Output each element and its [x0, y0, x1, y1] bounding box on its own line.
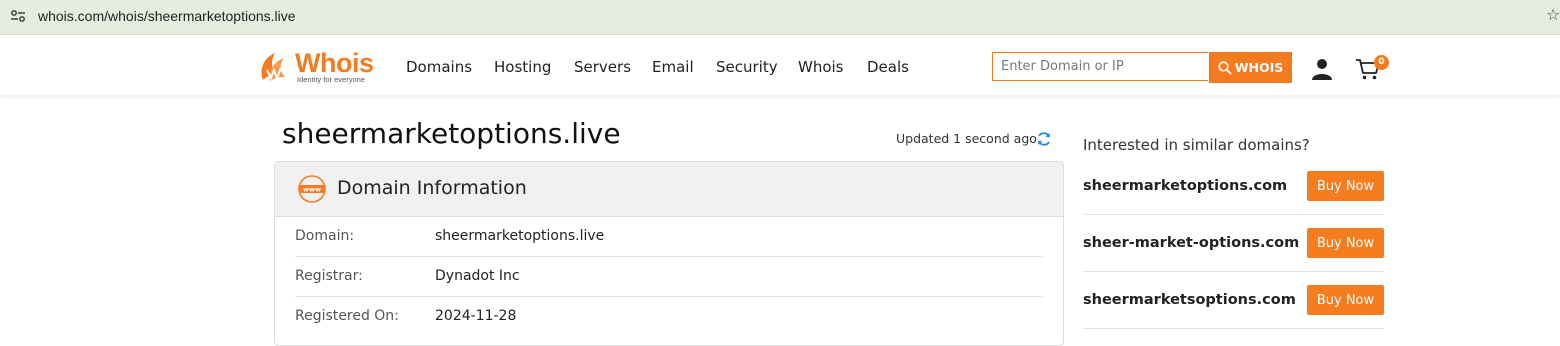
panel-title: Domain Information	[337, 177, 527, 199]
site-header: Whois Identity for everyone Domains Host…	[0, 35, 1560, 95]
search-button-label: WHOIS	[1234, 60, 1284, 75]
whois-logo-mark-icon	[261, 53, 285, 81]
whois-logo[interactable]: Whois Identity for everyone	[257, 47, 382, 87]
info-label: Domain:	[295, 228, 355, 244]
www-globe-icon: www	[298, 175, 326, 203]
nav-security[interactable]: Security	[716, 57, 778, 77]
cart-count-badge: 0	[1374, 55, 1389, 70]
page-title: sheermarketoptions.live	[282, 117, 621, 150]
logo-tagline: Identity for everyone	[297, 75, 365, 84]
buy-now-button[interactable]: Buy Now	[1307, 228, 1384, 258]
info-value: sheermarketoptions.live	[435, 228, 605, 244]
nav-servers[interactable]: Servers	[574, 57, 631, 77]
suggested-domain: sheermarketsoptions.com	[1083, 292, 1296, 308]
nav-hosting[interactable]: Hosting	[494, 57, 551, 77]
info-value: 2024-11-28	[435, 308, 517, 324]
panel-header: www Domain Information	[275, 162, 1063, 217]
domain-search-input[interactable]	[992, 52, 1208, 81]
buy-now-button[interactable]: Buy Now	[1307, 171, 1384, 201]
nav-email[interactable]: Email	[652, 57, 694, 77]
search-icon	[1218, 60, 1232, 75]
browser-address-bar: whois.com/whois/sheermarketoptions.live …	[0, 0, 1560, 35]
nav-domains[interactable]: Domains	[406, 57, 472, 77]
nav-deals[interactable]: Deals	[867, 57, 909, 77]
info-row-registered-on: Registered On: 2024-11-28	[295, 296, 1043, 336]
buy-now-button[interactable]: Buy Now	[1307, 285, 1384, 315]
info-label: Registrar:	[295, 268, 363, 284]
suggestion-row: sheer-market-options.com Buy Now	[1083, 215, 1384, 272]
info-row-domain: Domain: sheermarketoptions.live	[295, 216, 1043, 257]
info-label: Registered On:	[295, 308, 399, 324]
suggested-domain: sheermarketoptions.com	[1083, 178, 1288, 194]
site-settings-icon[interactable]	[10, 8, 26, 24]
suggestion-row: sheermarketsoptions.com Buy Now	[1083, 272, 1384, 329]
address-url[interactable]: whois.com/whois/sheermarketoptions.live	[38, 6, 296, 26]
updated-timestamp: Updated 1 second ago	[896, 131, 1037, 146]
suggestion-row: sheermarketoptions.com Buy Now	[1083, 158, 1384, 215]
nav-whois[interactable]: Whois	[798, 57, 844, 77]
www-icon-text: www	[303, 185, 321, 193]
info-row-registrar: Registrar: Dynadot Inc	[295, 256, 1043, 297]
suggested-domain: sheer-market-options.com	[1083, 235, 1300, 251]
refresh-icon[interactable]	[1036, 131, 1052, 147]
bookmark-star-icon[interactable]: ☆	[1546, 5, 1560, 25]
info-value: Dynadot Inc	[435, 268, 520, 284]
similar-domains-title: Interested in similar domains?	[1083, 136, 1310, 154]
whois-search-button[interactable]: WHOIS	[1209, 52, 1292, 83]
domain-information-panel: www Domain Information Domain: sheermark…	[274, 161, 1064, 346]
user-account-icon[interactable]	[1310, 57, 1334, 81]
